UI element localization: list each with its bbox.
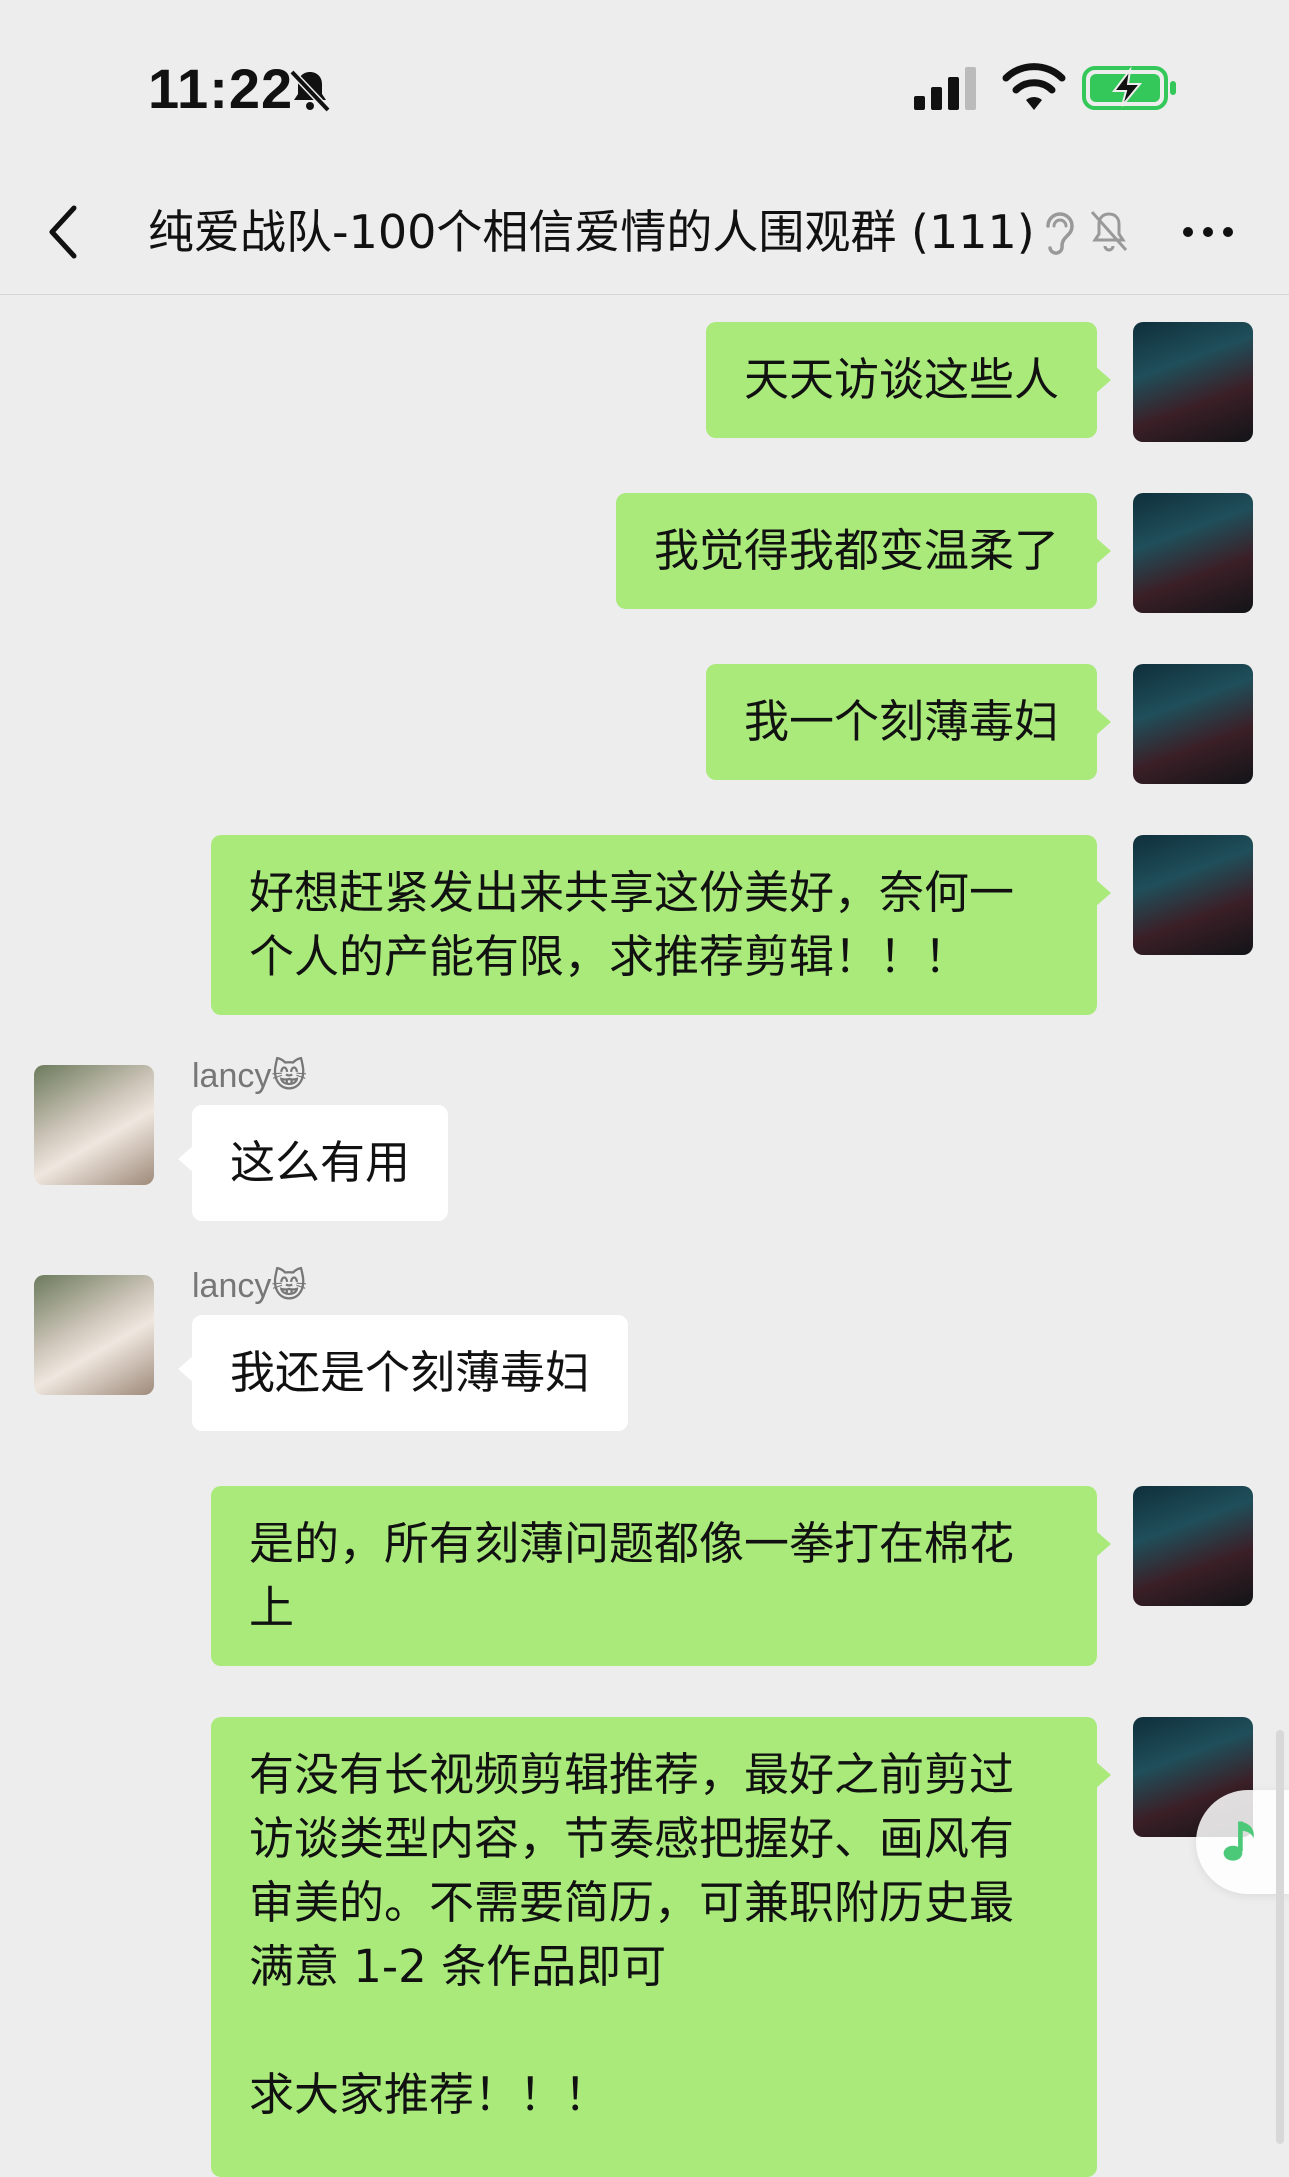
ear-icon	[1046, 212, 1074, 255]
status-time: 11:22	[148, 57, 294, 120]
lancy-avatar[interactable]	[34, 1275, 154, 1395]
more-icon[interactable]	[1180, 214, 1236, 250]
message-bubble-other[interactable]: 我还是个刻薄毒妇	[177, 1315, 629, 1431]
scrollbar[interactable]	[1276, 1730, 1284, 2144]
sender-name-text: lancy	[192, 1267, 272, 1305]
signal-icon	[914, 67, 976, 110]
self-avatar[interactable]	[1133, 1486, 1253, 1606]
self-avatar[interactable]	[1133, 322, 1253, 442]
self-avatar[interactable]	[1133, 493, 1253, 613]
self-avatar[interactable]	[1133, 664, 1253, 784]
nav-bar: 纯爱战队-100个相信爱情的人围观群 (111)	[0, 170, 1289, 295]
sender-name-text: lancy	[192, 1057, 272, 1095]
message-bubble-self[interactable]: 我一个刻薄毒妇	[705, 664, 1112, 780]
chat-title: 纯爱战队-100个相信爱情的人围观群 (111)	[148, 205, 1035, 259]
battery-charging-icon	[1082, 66, 1176, 110]
message-bubble-self[interactable]: 我觉得我都变温柔了	[615, 493, 1112, 609]
cat-emoji-icon: 😸	[271, 1057, 307, 1095]
cat-emoji-icon: 😸	[271, 1267, 307, 1305]
sender-name: lancy😸	[192, 1054, 307, 1098]
lancy-avatar[interactable]	[34, 1065, 154, 1185]
mute-icon	[1090, 210, 1128, 252]
music-note-icon	[1223, 1821, 1254, 1861]
sender-name: lancy😸	[192, 1264, 307, 1308]
status-bar: 11:22	[0, 0, 1289, 170]
message-bubble-self[interactable]: 天天访谈这些人	[705, 322, 1112, 438]
bell-muted-icon	[289, 69, 331, 113]
wifi-icon	[1002, 63, 1066, 110]
message-bubble-self[interactable]: 好想赶紧发出来共享这份美好，奈何一 个人的产能有限，求推荐剪辑！！！	[211, 835, 1111, 1015]
message-bubble-self[interactable]: 是的，所有刻薄问题都像一拳打在棉花 上	[211, 1486, 1111, 1666]
message-bubble-other[interactable]: 这么有用	[177, 1105, 449, 1221]
chevron-left-icon[interactable]	[40, 200, 88, 264]
message-bubble-self[interactable]: 有没有长视频剪辑推荐，最好之前剪过 访谈类型内容，节奏感把握好、画风有 审美的。…	[211, 1717, 1111, 2177]
self-avatar[interactable]	[1133, 835, 1253, 955]
